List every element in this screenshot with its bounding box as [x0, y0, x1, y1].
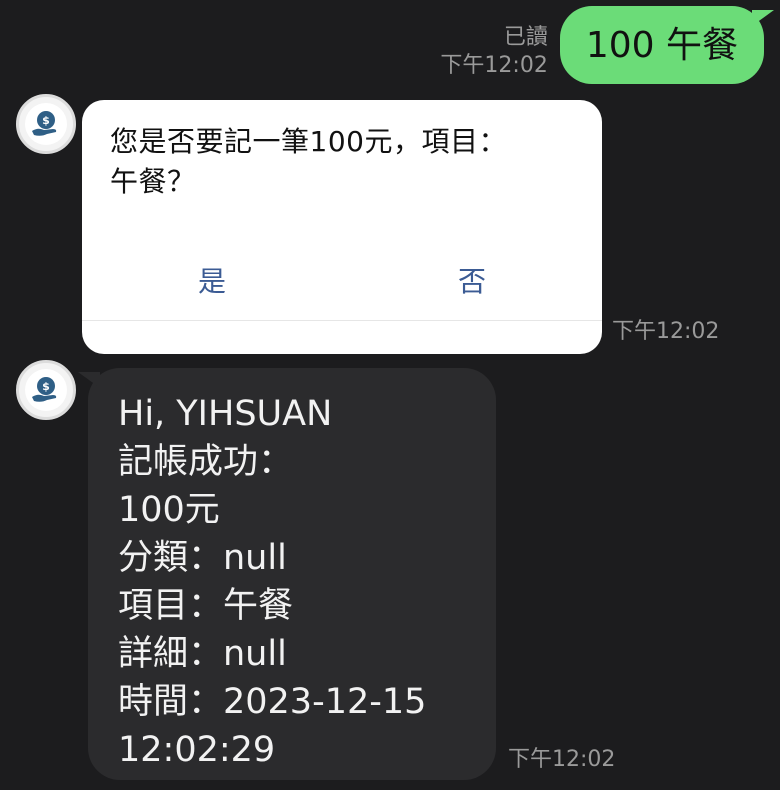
yes-button[interactable]: 是 — [152, 264, 272, 300]
card-divider — [82, 320, 602, 321]
confirm-card: 您是否要記一筆100元，項目： 午餐？ — [82, 100, 602, 354]
money-hand-icon: $ — [25, 103, 67, 145]
reply-line: Hi, YIHSUAN — [118, 394, 333, 434]
outgoing-bubble-tail — [752, 10, 774, 26]
bot-avatar[interactable]: $ — [16, 94, 76, 154]
outgoing-message-text: 100 午餐 — [585, 25, 738, 66]
confirm-question-line1: 您是否要記一筆100元，項目： — [110, 125, 507, 158]
money-hand-icon-graphic: $ — [32, 377, 57, 402]
no-button[interactable]: 否 — [412, 264, 532, 300]
reply-line: 時間：2023-12-15 — [118, 682, 427, 722]
reply-timestamp: 下午12:02 — [508, 747, 616, 772]
confirm-timestamp: 下午12:02 — [612, 319, 720, 344]
read-receipt: 已讀 — [503, 25, 548, 50]
reply-line: 記帳成功： — [118, 442, 294, 482]
svg-text:$: $ — [42, 114, 50, 127]
bot-avatar[interactable]: $ — [16, 360, 76, 420]
outgoing-meta: 已讀 下午12:02 — [440, 24, 547, 80]
confirm-question: 您是否要記一筆100元，項目： 午餐？ — [110, 122, 578, 202]
money-hand-icon: $ — [25, 369, 67, 411]
reply-line: 100元 — [118, 490, 220, 530]
reply-message-bubble[interactable]: Hi, YIHSUAN 記帳成功： 100元 分類：null 項目：午餐 詳細：… — [78, 368, 496, 780]
reply-line: 項目：午餐 — [118, 586, 294, 626]
confirm-question-line2: 午餐？ — [110, 165, 196, 198]
outgoing-message-row: 已讀 下午12:02 100 午餐 — [440, 6, 774, 84]
money-hand-icon-graphic: $ — [32, 111, 57, 136]
reply-line: 分類：null — [118, 538, 287, 578]
reply-line: 12:02:29 — [118, 730, 276, 770]
outgoing-message-bubble[interactable]: 100 午餐 — [559, 6, 774, 84]
outgoing-timestamp: 下午12:02 — [440, 53, 548, 78]
svg-text:$: $ — [42, 380, 50, 393]
chat-thread[interactable]: 已讀 下午12:02 100 午餐 $ 您是否要記一筆100元，項目： 午餐？ … — [0, 0, 780, 790]
reply-bubble-tail — [78, 372, 100, 388]
reply-line: 詳細：null — [118, 634, 287, 674]
